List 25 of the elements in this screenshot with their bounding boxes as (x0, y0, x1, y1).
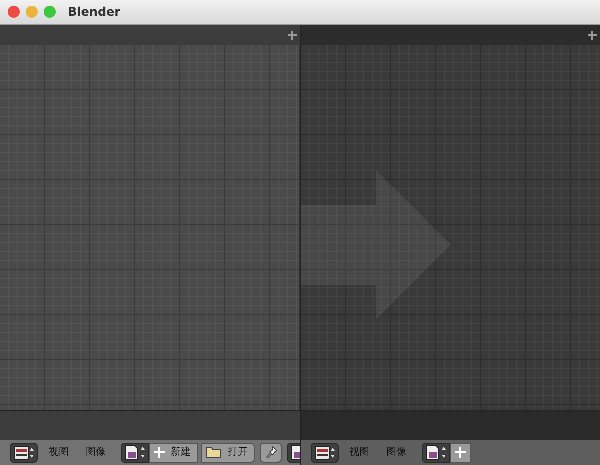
image-icon (125, 444, 145, 460)
pin-icon (264, 446, 278, 459)
folder-icon (206, 446, 222, 459)
editor-type-button[interactable] (10, 442, 38, 462)
window-title: Blender (68, 4, 121, 21)
image-browse-button[interactable] (121, 442, 149, 462)
menu-item[interactable]: 图像 (380, 445, 412, 460)
menu-item[interactable]: 视图 (43, 445, 75, 460)
menu-item[interactable]: 视图 (344, 445, 376, 460)
editor-type-icon (314, 446, 334, 460)
close-button[interactable] (8, 6, 20, 18)
pin-button[interactable] (260, 442, 282, 462)
plus-icon (454, 447, 466, 458)
image-icon (426, 444, 446, 460)
arrow-icon (300, 170, 450, 320)
editor-type-button[interactable] (310, 442, 338, 462)
plus-icon (288, 30, 296, 40)
plus-icon (588, 30, 597, 40)
new-button[interactable]: 新建 (149, 442, 198, 462)
editor-type-icon (14, 446, 34, 460)
menu-item[interactable]: 图像 (80, 445, 112, 460)
image-browse-button[interactable] (422, 442, 450, 462)
new-button[interactable] (450, 442, 470, 462)
open-button[interactable]: 打开 (201, 442, 255, 462)
plus-icon (154, 447, 165, 458)
